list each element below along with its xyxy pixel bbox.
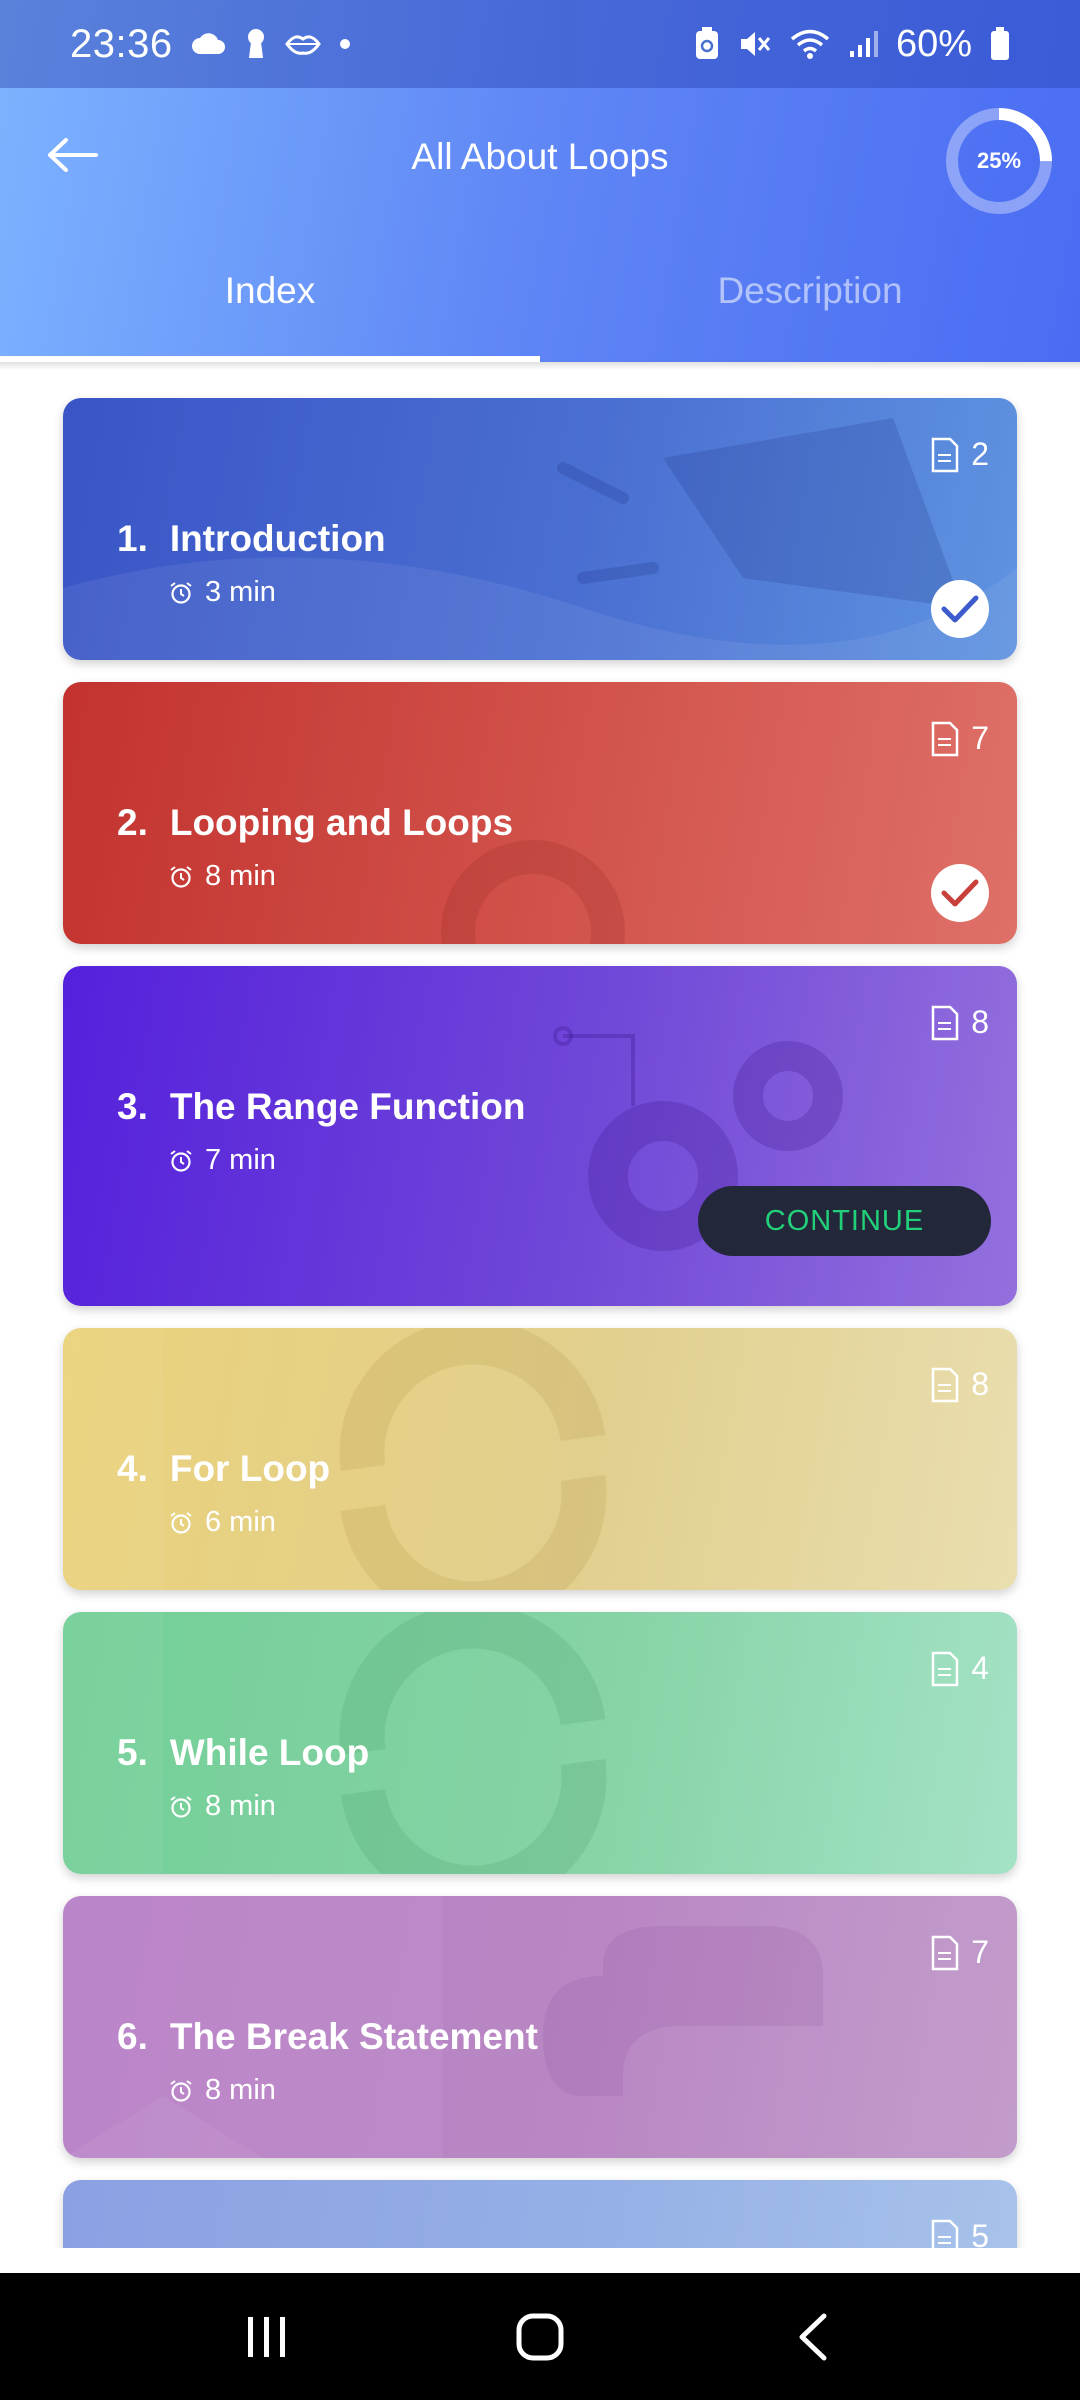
alarm-clock-icon xyxy=(170,865,192,888)
lesson-page-count: 8 xyxy=(931,1366,989,1403)
completed-check xyxy=(931,864,989,922)
lesson-name: For Loop xyxy=(169,1448,331,1489)
home-button[interactable] xyxy=(490,2297,590,2377)
lesson-page-count: 7 xyxy=(931,720,989,757)
signal-icon xyxy=(848,29,878,59)
course-progress-ring: 25% xyxy=(944,106,1054,216)
lesson-duration: 7 min xyxy=(169,1144,276,1177)
lesson-page-count: 7 xyxy=(931,1934,989,1971)
battery-saver-icon xyxy=(694,27,720,61)
recent-apps-button[interactable] xyxy=(217,2297,317,2377)
lesson-number: 3. xyxy=(117,1086,148,1127)
alarm-clock-icon xyxy=(170,1149,192,1172)
home-icon xyxy=(516,2313,564,2360)
document-icon xyxy=(931,1651,959,1686)
dot-icon xyxy=(339,38,351,50)
lesson-name: Introduction xyxy=(169,518,386,559)
lesson-duration-value: 8 min xyxy=(205,1790,276,1822)
continue-button[interactable]: CONTINUE xyxy=(698,1186,991,1256)
lesson-name: The Range Function xyxy=(169,1086,526,1127)
lesson-number: 4. xyxy=(117,1448,148,1489)
app-header: 23:36 60% All About Loops 25% Index Desc… xyxy=(0,0,1080,362)
lesson-name: While Loop xyxy=(169,1732,370,1773)
lesson-page-count: 8 xyxy=(931,1004,989,1041)
lesson-title: 3. The Range Function xyxy=(117,1086,525,1128)
lesson-number: 1. xyxy=(117,518,148,559)
lesson-card-6[interactable]: 7 6. The Break Statement 8 min xyxy=(63,1896,1017,2158)
mute-icon xyxy=(738,28,772,60)
document-icon xyxy=(931,1367,959,1402)
lesson-duration: 3 min xyxy=(169,576,276,609)
wifi-icon xyxy=(790,28,830,60)
battery-icon xyxy=(990,27,1010,61)
lesson-duration: 6 min xyxy=(169,1506,276,1539)
lesson-title: 1. Introduction xyxy=(117,518,386,560)
lesson-count-value: 5 xyxy=(971,2218,989,2248)
lesson-duration-value: 3 min xyxy=(205,576,276,608)
battery-percent: 60% xyxy=(895,22,972,65)
lesson-count-value: 7 xyxy=(971,1934,989,1970)
lesson-card-2[interactable]: 7 2. Looping and Loops 8 min xyxy=(63,682,1017,944)
completed-check xyxy=(931,580,989,638)
checkmark-icon xyxy=(941,879,979,907)
alarm-clock-icon xyxy=(170,581,192,604)
nav-back-button[interactable] xyxy=(763,2297,863,2377)
lesson-card-4[interactable]: 8 4. For Loop 6 min xyxy=(63,1328,1017,1590)
lesson-duration-value: 6 min xyxy=(205,1506,276,1538)
back-icon xyxy=(799,2313,827,2360)
lesson-name: Looping and Loops xyxy=(169,802,514,843)
lesson-duration: 8 min xyxy=(169,1790,276,1823)
cloud-icon xyxy=(191,32,227,56)
lesson-page-count: 4 xyxy=(931,1650,989,1687)
lesson-duration: 8 min xyxy=(169,2074,276,2107)
keyhole-icon xyxy=(245,28,267,60)
lesson-card-1[interactable]: 2 1. Introduction 3 min xyxy=(63,398,1017,660)
tab-description[interactable]: Description xyxy=(540,245,1080,362)
status-time: 23:36 xyxy=(70,21,173,66)
checkmark-icon xyxy=(941,595,979,623)
document-icon xyxy=(931,437,959,472)
document-icon xyxy=(931,1935,959,1970)
lesson-title: 5. While Loop xyxy=(117,1732,369,1774)
lesson-page-count: 5 xyxy=(931,2218,989,2248)
lesson-title: 4. For Loop xyxy=(117,1448,330,1490)
lesson-count-value: 8 xyxy=(971,1366,989,1402)
document-icon xyxy=(931,721,959,756)
lesson-duration-value: 8 min xyxy=(205,860,276,892)
lesson-number: 2. xyxy=(117,802,148,843)
tab-index[interactable]: Index xyxy=(0,245,540,362)
lesson-name: The Break Statement xyxy=(169,2016,538,2057)
lesson-duration: 8 min xyxy=(169,860,276,893)
document-icon xyxy=(931,2219,959,2248)
progress-label: 25% xyxy=(976,148,1022,173)
lesson-card-5[interactable]: 4 5. While Loop 8 min xyxy=(63,1612,1017,1874)
lesson-count-value: 2 xyxy=(971,436,989,472)
lesson-count-value: 4 xyxy=(971,1650,989,1686)
tab-bar: Index Description xyxy=(0,245,1080,362)
tab-index-label: Index xyxy=(224,270,316,311)
lesson-page-count: 2 xyxy=(931,436,989,473)
app-bar: All About Loops 25% xyxy=(0,88,1080,233)
lesson-number: 5. xyxy=(117,1732,148,1773)
lesson-duration-value: 7 min xyxy=(205,1144,276,1176)
lips-icon xyxy=(284,33,321,55)
alarm-clock-icon xyxy=(170,1795,192,1818)
recent-apps-icon xyxy=(247,2316,285,2357)
tab-description-label: Description xyxy=(717,270,903,311)
lesson-title: 6. The Break Statement xyxy=(117,2016,538,2058)
lesson-count-value: 7 xyxy=(971,720,989,756)
system-nav-bar xyxy=(0,2273,1080,2400)
status-bar: 23:36 60% xyxy=(0,0,1080,88)
lesson-card-7[interactable]: 5 xyxy=(63,2180,1017,2248)
alarm-clock-icon xyxy=(170,1511,192,1534)
lesson-duration-value: 8 min xyxy=(205,2074,276,2106)
lesson-count-value: 8 xyxy=(971,1004,989,1040)
lesson-list[interactable]: 2 1. Introduction 3 min 7 2. Looping and… xyxy=(0,362,1080,2248)
lesson-number: 6. xyxy=(117,2016,148,2057)
alarm-clock-icon xyxy=(170,2079,192,2102)
document-icon xyxy=(931,1005,959,1040)
lesson-title: 2. Looping and Loops xyxy=(117,802,513,844)
page-title: All About Loops xyxy=(411,136,669,177)
lesson-card-3[interactable]: 8 3. The Range Function 7 min CONTINUE xyxy=(63,966,1017,1306)
